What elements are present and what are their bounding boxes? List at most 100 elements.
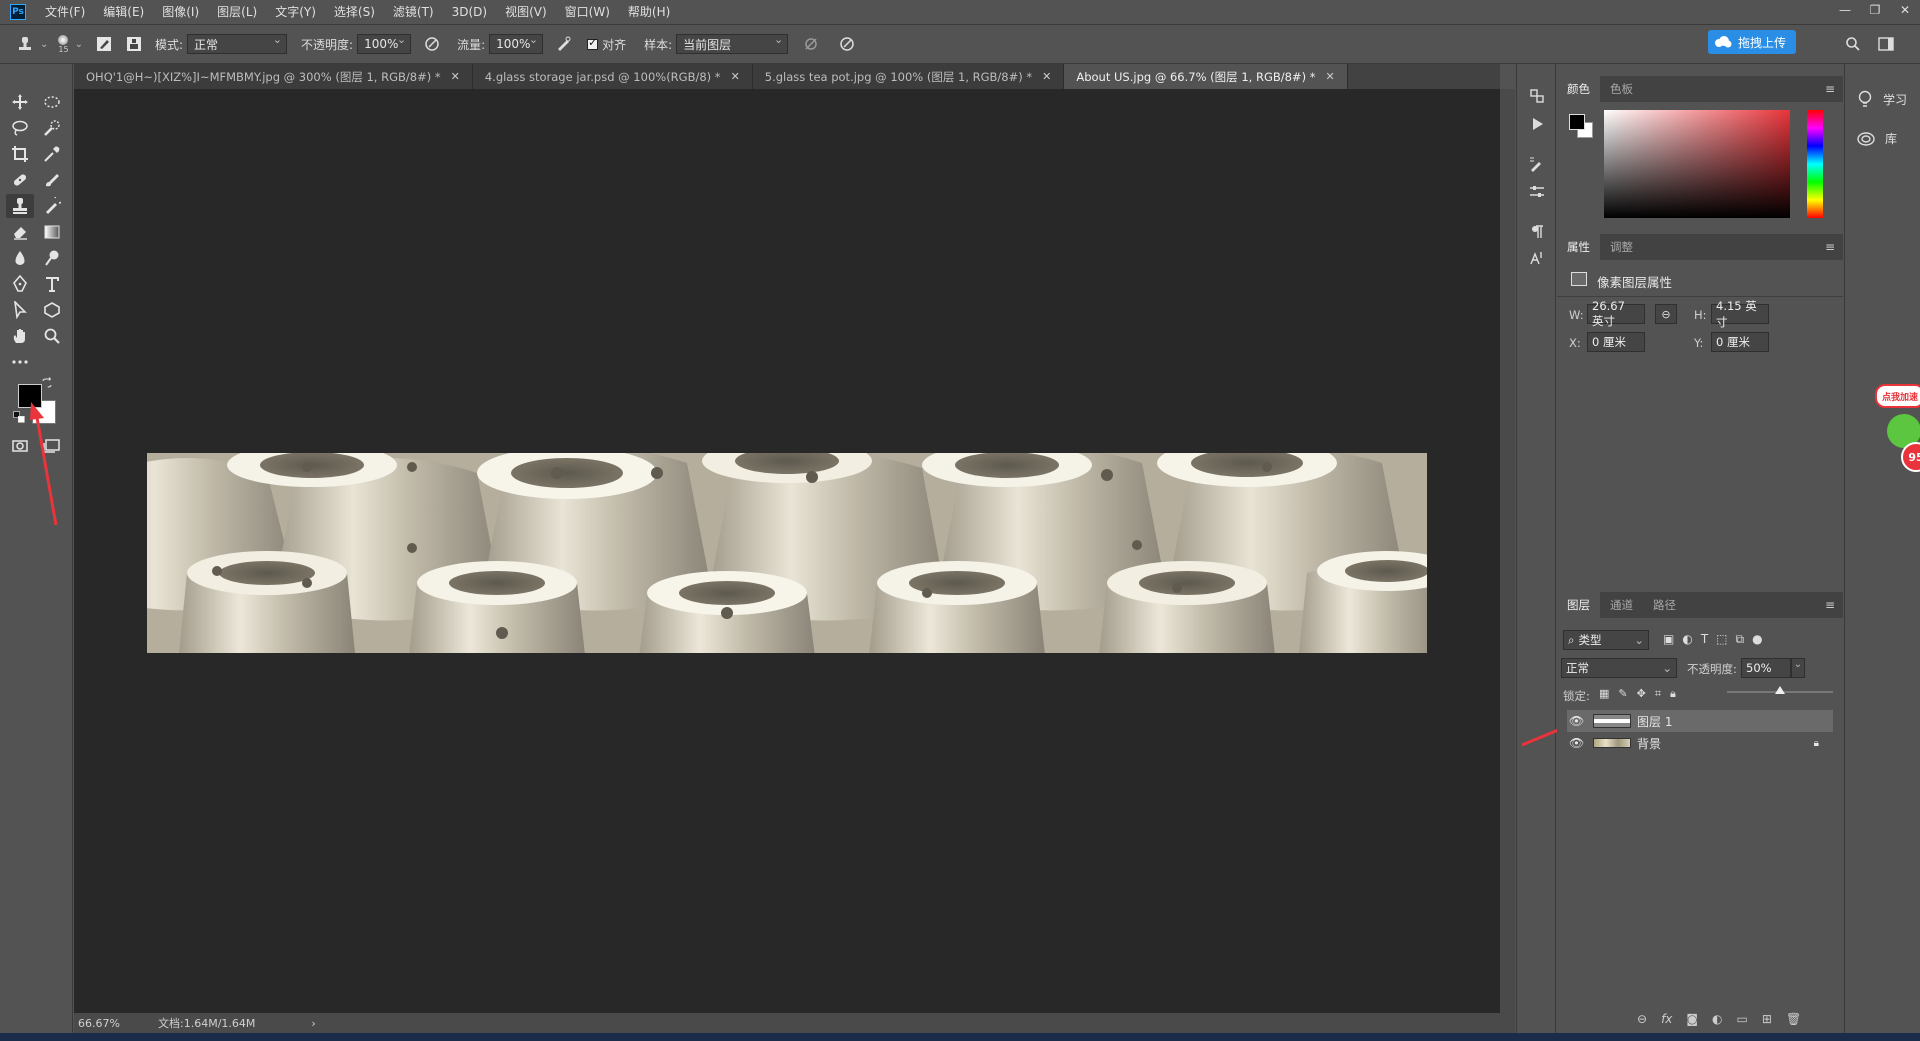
canvas-area[interactable] (74, 89, 1500, 1013)
type-tool-icon[interactable] (38, 272, 66, 296)
opacity-input[interactable]: 100% (357, 33, 412, 54)
y-field[interactable]: 0 厘米 (1711, 332, 1769, 352)
fx-icon[interactable]: fx (1661, 1012, 1672, 1026)
layer-name[interactable]: 背景 (1637, 735, 1661, 752)
hand-tool-icon[interactable] (6, 324, 34, 348)
menu-type[interactable]: 文字(Y) (266, 0, 325, 24)
brush-presets-icon[interactable] (1527, 154, 1547, 174)
doc-tab-3[interactable]: 5.glass tea pot.jpg @ 100% (图层 1, RGB/8#… (752, 64, 1065, 89)
tab-layers[interactable]: 图层 (1557, 592, 1600, 618)
sample-select[interactable]: 当前图层 (676, 33, 789, 54)
lock-all-icon[interactable]: 🔒︎ (1670, 687, 1676, 701)
menu-image[interactable]: 图像(I) (153, 0, 208, 24)
lock-artboard-icon[interactable]: ⌗ (1655, 687, 1661, 701)
lock-image-icon[interactable]: ✎ (1618, 687, 1627, 701)
visibility-eye-icon[interactable]: 👁︎ (1569, 714, 1587, 728)
layer-opacity-dropdown[interactable]: ⌄ (1791, 658, 1805, 678)
fill-slider-thumb[interactable] (1775, 686, 1785, 694)
tab-swatches[interactable]: 色板 (1600, 76, 1643, 102)
panel-menu-icon[interactable]: ≡ (1825, 240, 1835, 254)
learn-item[interactable]: 学习 (1857, 90, 1907, 108)
layer-opacity-field[interactable]: 50% (1741, 658, 1791, 678)
new-layer-icon[interactable]: ⊞ (1762, 1012, 1772, 1026)
zoom-level[interactable]: 66.67% (78, 1017, 148, 1030)
pressure-size-icon[interactable] (836, 33, 858, 55)
menu-layer[interactable]: 图层(L) (208, 0, 266, 24)
lock-transparent-icon[interactable]: ▦ (1599, 687, 1609, 701)
layer-filter-select[interactable]: ⌕ 类型 ⌄ (1563, 630, 1649, 650)
paragraph-icon[interactable] (1527, 222, 1547, 242)
close-icon[interactable]: ✕ (1042, 70, 1051, 83)
delete-layer-icon[interactable]: 🗑︎ (1786, 1012, 1801, 1026)
color-field[interactable] (1604, 110, 1790, 218)
default-colors-icon[interactable] (12, 410, 26, 424)
search-icon[interactable] (1842, 33, 1864, 55)
tab-channels[interactable]: 通道 (1600, 592, 1643, 618)
doc-tab-4[interactable]: About US.jpg @ 66.7% (图层 1, RGB/8#) * ✕ (1064, 64, 1348, 89)
drag-upload-button[interactable]: 拖拽上传 (1707, 30, 1796, 54)
mode-select[interactable]: 正常 (187, 33, 288, 54)
clone-source-icon[interactable] (123, 33, 145, 55)
character-icon[interactable] (1527, 248, 1547, 268)
menu-3d[interactable]: 3D(D) (443, 0, 496, 24)
blend-mode-select[interactable]: 正常 ⌄ (1561, 658, 1677, 678)
pressure-opacity-icon[interactable] (421, 33, 443, 55)
ignore-adjustment-layers-icon[interactable] (800, 33, 822, 55)
doc-tab-2[interactable]: 4.glass storage jar.psd @ 100%(RGB/8) * ✕ (472, 64, 753, 89)
filter-toggle-icon[interactable]: ● (1752, 632, 1762, 647)
eyedropper-tool-icon[interactable] (38, 142, 66, 166)
panel-menu-icon[interactable]: ≡ (1825, 82, 1835, 96)
quick-mask-icon[interactable] (6, 434, 34, 458)
crop-tool-icon[interactable] (6, 142, 34, 166)
clone-stamp-tool-preset-icon[interactable] (14, 33, 36, 55)
screen-mode-icon[interactable] (38, 434, 66, 458)
brush-tool-icon[interactable] (38, 168, 66, 192)
menu-view[interactable]: 视图(V) (496, 0, 556, 24)
filter-pixel-icon[interactable]: ▣ (1663, 632, 1674, 647)
history-panel-icon[interactable] (1527, 86, 1547, 106)
menu-select[interactable]: 选择(S) (325, 0, 384, 24)
brush-settings-icon[interactable] (93, 33, 115, 55)
zoom-tool-icon[interactable] (38, 324, 66, 348)
actions-play-icon[interactable] (1527, 114, 1547, 134)
restore-button[interactable]: ❐ (1860, 0, 1890, 20)
menu-help[interactable]: 帮助(H) (619, 0, 679, 24)
menu-edit[interactable]: 编辑(E) (94, 0, 153, 24)
x-field[interactable]: 0 厘米 (1587, 332, 1645, 352)
filter-smart-object-icon[interactable]: ⧉ (1736, 632, 1745, 647)
workspace-icon[interactable] (1876, 33, 1898, 55)
tab-properties[interactable]: 属性 (1557, 234, 1600, 260)
healing-brush-tool-icon[interactable] (6, 168, 34, 192)
close-icon[interactable]: ✕ (1325, 70, 1334, 83)
lasso-tool-icon[interactable] (6, 116, 34, 140)
link-dimensions-icon[interactable]: ⊖ (1655, 304, 1677, 324)
close-icon[interactable]: ✕ (451, 70, 460, 83)
swap-colors-icon[interactable] (40, 376, 54, 390)
dodge-tool-icon[interactable] (38, 246, 66, 270)
airbrush-icon[interactable] (553, 33, 575, 55)
clone-stamp-tool-icon[interactable] (6, 194, 34, 218)
accelerator-counter[interactable]: 95 (1901, 442, 1920, 472)
visibility-eye-icon[interactable]: 👁︎ (1569, 736, 1587, 750)
shape-tool-icon[interactable] (38, 298, 66, 322)
layer-row-1[interactable]: 👁︎ 图层 1 (1567, 710, 1833, 732)
height-field[interactable]: 4.15 英寸 (1711, 299, 1769, 329)
doc-tab-1[interactable]: OHQ'1@H~)[XIZ%]I~MFMBMY.jpg @ 300% (图层 1… (74, 64, 473, 89)
tab-adjustments[interactable]: 调整 (1600, 234, 1643, 260)
quick-selection-tool-icon[interactable] (38, 116, 66, 140)
tab-paths[interactable]: 路径 (1643, 592, 1686, 618)
aligned-checkbox[interactable] (587, 36, 599, 50)
brush-preset-picker[interactable]: 15 (58, 34, 69, 54)
accelerator-badge[interactable]: 点我加速 (1875, 384, 1920, 408)
adjust-sliders-icon[interactable] (1527, 182, 1547, 202)
menu-filter[interactable]: 滤镜(T) (384, 0, 443, 24)
new-group-icon[interactable]: ▭ (1737, 1012, 1748, 1026)
width-field[interactable]: 26.67 英寸 (1587, 299, 1645, 328)
tab-color[interactable]: 颜色 (1557, 76, 1600, 102)
menu-file[interactable]: 文件(F) (36, 0, 94, 24)
lock-position-icon[interactable]: ✥ (1637, 687, 1646, 701)
adjustment-layer-icon[interactable]: ◐ (1712, 1012, 1722, 1026)
close-button[interactable]: ✕ (1890, 0, 1920, 20)
document-image[interactable] (147, 453, 1427, 653)
layer-row-2[interactable]: 👁︎ 背景 🔒︎ (1567, 732, 1833, 754)
